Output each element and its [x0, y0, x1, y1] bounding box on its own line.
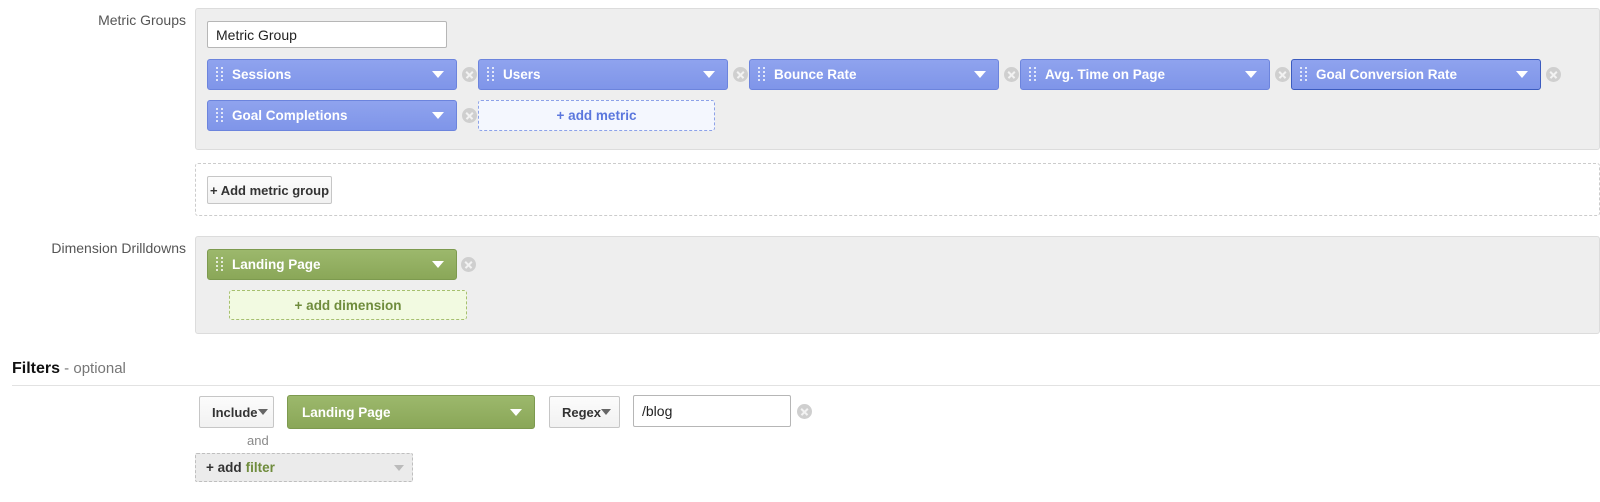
remove-metric-sessions-button[interactable]: [462, 67, 477, 82]
chevron-down-icon[interactable]: [257, 409, 268, 415]
filter-dimension-label: Landing Page: [302, 404, 391, 420]
filters-divider: [12, 385, 1600, 386]
chevron-down-icon[interactable]: [432, 112, 444, 119]
drag-handle-icon[interactable]: [216, 67, 224, 82]
add-metric-group-button[interactable]: + Add metric group: [207, 176, 332, 204]
add-metric-button[interactable]: + add metric: [478, 100, 715, 131]
chevron-down-icon[interactable]: [601, 409, 612, 415]
chevron-down-icon[interactable]: [1245, 71, 1257, 78]
filter-and-label: and: [247, 433, 269, 448]
remove-filter-row-button[interactable]: [797, 404, 812, 419]
drag-handle-icon[interactable]: [216, 108, 224, 123]
metric-chip-bounce-rate[interactable]: Bounce Rate: [749, 59, 999, 90]
drag-handle-icon[interactable]: [1029, 67, 1037, 82]
chevron-down-icon[interactable]: [394, 464, 404, 471]
metric-chip-goal-conversion-rate[interactable]: Goal Conversion Rate: [1291, 59, 1541, 90]
metric-chip-label: Bounce Rate: [774, 67, 857, 82]
add-filter-word: filter: [245, 460, 275, 475]
metric-group-name-input[interactable]: [207, 21, 447, 48]
chevron-down-icon[interactable]: [974, 71, 986, 78]
dimension-drilldowns-label: Dimension Drilldowns: [51, 240, 186, 256]
chevron-down-icon[interactable]: [510, 408, 522, 416]
filters-heading-optional: - optional: [60, 360, 126, 377]
drag-handle-icon[interactable]: [1300, 67, 1308, 82]
remove-metric-goal-completions-button[interactable]: [462, 108, 477, 123]
dimension-chip-landing-page[interactable]: Landing Page: [207, 249, 457, 280]
filter-include-select[interactable]: Include: [199, 396, 274, 428]
remove-metric-avg-time-on-page-button[interactable]: [1275, 67, 1290, 82]
add-dimension-button[interactable]: + add dimension: [229, 290, 467, 320]
metric-chip-label: Users: [503, 67, 541, 82]
metric-chip-sessions[interactable]: Sessions: [207, 59, 457, 90]
drag-handle-icon[interactable]: [216, 257, 224, 272]
metric-chip-label: Avg. Time on Page: [1045, 67, 1166, 82]
filter-match-type-select[interactable]: Regex: [549, 396, 620, 428]
chevron-down-icon[interactable]: [432, 71, 444, 78]
filters-heading-bold: Filters: [12, 360, 61, 377]
drag-handle-icon[interactable]: [487, 67, 495, 82]
chevron-down-icon[interactable]: [703, 71, 715, 78]
remove-metric-users-button[interactable]: [733, 67, 748, 82]
filter-match-type-label: Regex: [562, 404, 602, 420]
drag-handle-icon[interactable]: [758, 67, 766, 82]
metric-chip-users[interactable]: Users: [478, 59, 728, 90]
chevron-down-icon[interactable]: [1516, 71, 1528, 78]
add-filter-button[interactable]: + add filter: [195, 453, 413, 482]
filter-include-label: Include: [212, 404, 258, 420]
add-filter-plus: + add: [206, 460, 242, 475]
metric-chip-label: Goal Conversion Rate: [1316, 67, 1458, 82]
metric-chip-avg-time-on-page[interactable]: Avg. Time on Page: [1020, 59, 1270, 90]
dimension-chip-label: Landing Page: [232, 257, 321, 272]
filter-value-input[interactable]: [633, 395, 791, 427]
remove-metric-bounce-rate-button[interactable]: [1004, 67, 1019, 82]
metric-chip-label: Sessions: [232, 67, 292, 82]
metric-chip-label: Goal Completions: [232, 108, 348, 123]
chevron-down-icon[interactable]: [432, 261, 444, 268]
add-metric-group-zone: [195, 163, 1600, 216]
remove-dimension-landing-page-button[interactable]: [461, 257, 476, 272]
metric-chip-goal-completions[interactable]: Goal Completions: [207, 100, 457, 131]
filter-dimension-chip-landing-page[interactable]: Landing Page: [287, 395, 535, 429]
remove-metric-goal-conversion-rate-button[interactable]: [1546, 67, 1561, 82]
filters-heading: Filters - optional: [12, 360, 126, 378]
metric-groups-label: Metric Groups: [98, 12, 186, 28]
